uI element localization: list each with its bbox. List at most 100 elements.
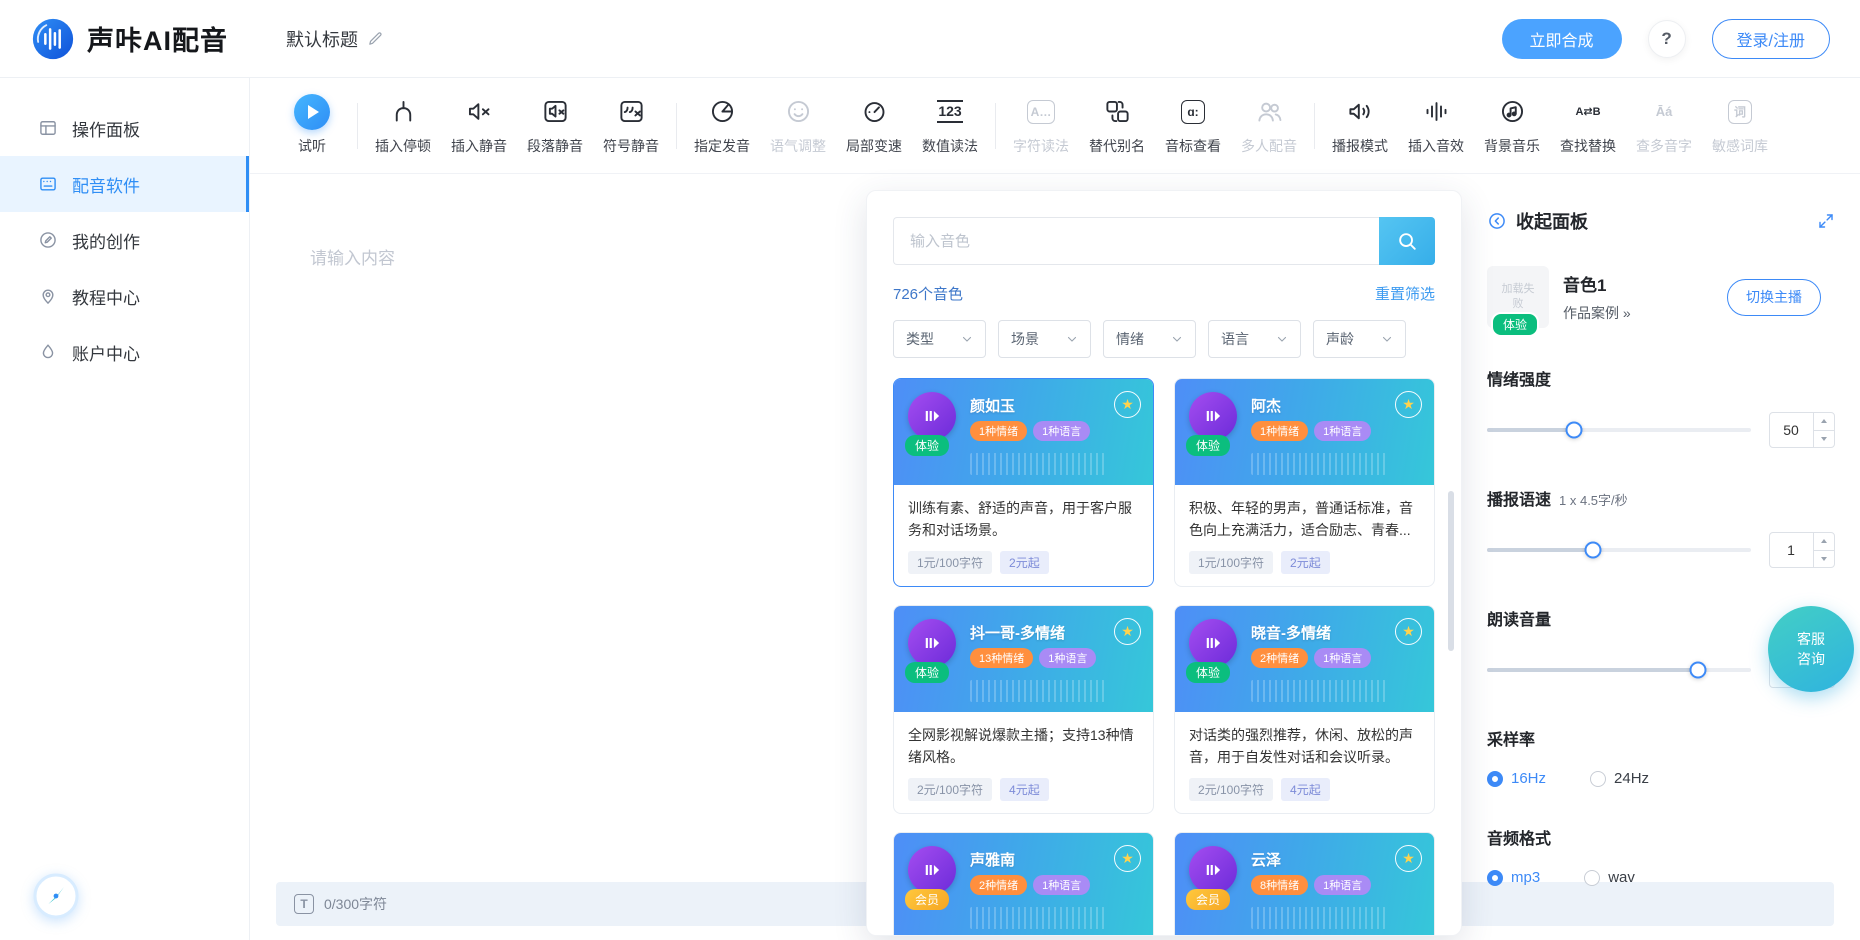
editor-toolbar: 试听 插入停顿 插入静音	[250, 78, 1860, 174]
work-samples-link[interactable]: 作品案例 »	[1563, 303, 1631, 323]
compass-helper-icon[interactable]	[32, 872, 80, 920]
sidebar-item[interactable]: 我的创作	[0, 212, 249, 268]
voice-card[interactable]: 体验 阿杰 1种情绪 1种语言 ★ 积极、年轻的男声，普通话标准，音色向上充满活…	[1174, 378, 1435, 587]
sample-rate-radio[interactable]: 16Hz	[1487, 770, 1546, 787]
audio-format-radio[interactable]: mp3	[1487, 869, 1540, 886]
filter-dropdown[interactable]: 语言	[1208, 320, 1301, 358]
slider-handle[interactable]	[1566, 422, 1583, 439]
search-button[interactable]	[1379, 217, 1435, 265]
stepper-up-icon[interactable]	[1814, 413, 1834, 430]
stepper-up-icon[interactable]	[1814, 533, 1834, 550]
symbol-mute-icon	[618, 96, 645, 128]
toolbar-item[interactable]: 试听	[274, 96, 350, 156]
voice-avatar[interactable]	[1189, 846, 1237, 894]
filter-label: 类型	[906, 329, 934, 349]
price-per-chars: 2元/100字符	[908, 778, 992, 801]
expand-arrows-icon[interactable]	[1817, 212, 1835, 230]
toolbar-item[interactable]: Āá 查多音字	[1626, 96, 1702, 156]
toolbar-item[interactable]: 插入静音	[441, 96, 517, 156]
toolbar-item[interactable]: A⇄B 查找替换	[1550, 96, 1626, 156]
current-voice-avatar: 加载失败 体验	[1487, 266, 1549, 328]
sidebar-item[interactable]: 账户中心	[0, 324, 249, 380]
slider-handle[interactable]	[1584, 542, 1601, 559]
toolbar-item[interactable]: ɑ: 音标查看	[1155, 96, 1231, 156]
toolbar-item[interactable]: 插入停顿	[365, 96, 441, 156]
emotion-count-tag: 8种情绪	[1251, 875, 1308, 895]
toolbar-item-label: 局部变速	[846, 136, 902, 156]
slider-fill	[1487, 548, 1593, 552]
help-icon[interactable]: ?	[1648, 20, 1686, 58]
speech-rate-value[interactable]	[1770, 542, 1812, 558]
toolbar-item[interactable]: 123 数值读法	[912, 96, 988, 156]
reset-filters-link[interactable]: 重置筛选	[1375, 283, 1435, 304]
panel-scrollbar-thumb[interactable]	[1448, 491, 1454, 651]
document-title-text: 默认标题	[286, 26, 358, 52]
voice-card[interactable]: 会员 声雅南 2种情绪 1种语言 ★	[893, 832, 1154, 936]
toolbar-item[interactable]: 段落静音	[517, 96, 593, 156]
toolbar-item[interactable]: 替代别名	[1079, 96, 1155, 156]
favorite-star-icon[interactable]: ★	[1114, 618, 1141, 645]
favorite-star-icon[interactable]: ★	[1395, 391, 1422, 418]
emotion-intensity-slider[interactable]	[1487, 428, 1751, 432]
toolbar-item[interactable]: 背景音乐	[1474, 96, 1550, 156]
login-register-button[interactable]: 登录/注册	[1712, 19, 1830, 59]
document-title[interactable]: 默认标题	[286, 26, 384, 52]
favorite-star-icon[interactable]: ★	[1114, 845, 1141, 872]
stepper-down-icon[interactable]	[1814, 550, 1834, 568]
toolbar-item[interactable]: 符号静音	[593, 96, 669, 156]
toolbar-item[interactable]: 多人配音	[1231, 96, 1307, 156]
toolbar-item[interactable]: 指定发音	[684, 96, 760, 156]
voice-description: 积极、年轻的男声，普通话标准，音色向上充满活力，适合励志、青春...	[1189, 497, 1420, 542]
filter-dropdown[interactable]: 类型	[893, 320, 986, 358]
toolbar-item[interactable]: 词 敏感词库	[1702, 96, 1778, 156]
current-voice-name: 音色1	[1563, 271, 1631, 296]
voice-name: 声雅南	[970, 849, 1015, 870]
toolbar-item[interactable]: 插入音效	[1398, 96, 1474, 156]
toolbar-item-label: 多人配音	[1241, 136, 1297, 156]
slider-handle[interactable]	[1690, 662, 1707, 679]
filter-dropdown[interactable]: 声龄	[1313, 320, 1406, 358]
toolbar-item[interactable]: A… 字符读法	[1003, 96, 1079, 156]
collapse-panel-label[interactable]: 收起面板	[1516, 208, 1588, 234]
stepper-down-icon[interactable]	[1814, 430, 1834, 448]
voice-avatar[interactable]	[908, 619, 956, 667]
sidebar-item[interactable]: 配音软件	[0, 156, 249, 212]
toolbar-item-label: 符号静音	[603, 136, 659, 156]
voice-card[interactable]: 体验 颜如玉 1种情绪 1种语言 ★ 训练有素、舒适的声音，用于客户服务和对话场…	[893, 378, 1154, 587]
collapse-panel-icon[interactable]	[1487, 211, 1507, 231]
volume-slider[interactable]	[1487, 668, 1751, 672]
sidebar: 操作面板 配音软件 我的创作 教程中心 账户中心	[0, 78, 250, 940]
voice-avatar[interactable]	[1189, 619, 1237, 667]
voice-avatar[interactable]	[1189, 392, 1237, 440]
favorite-star-icon[interactable]: ★	[1114, 391, 1141, 418]
toolbar-item-label: 查多音字	[1636, 136, 1692, 156]
voice-card-header: 会员 声雅南 2种情绪 1种语言 ★	[894, 833, 1153, 936]
filter-dropdown[interactable]: 情绪	[1103, 320, 1196, 358]
waveform-decoration	[1251, 907, 1386, 929]
switch-anchor-button[interactable]: 切换主播	[1727, 279, 1821, 316]
filter-dropdown[interactable]: 场景	[998, 320, 1091, 358]
voice-avatar[interactable]	[908, 846, 956, 894]
voice-avatar[interactable]	[908, 392, 956, 440]
toolbar-item[interactable]: 播报模式	[1322, 96, 1398, 156]
edit-pencil-icon[interactable]	[367, 30, 384, 47]
emotion-intensity-value[interactable]	[1770, 422, 1812, 438]
sidebar-item[interactable]: 教程中心	[0, 268, 249, 324]
toolbar-item[interactable]: 语气调整	[760, 96, 836, 156]
favorite-star-icon[interactable]: ★	[1395, 618, 1422, 645]
speech-rate-slider[interactable]	[1487, 548, 1751, 552]
toolbar-item[interactable]: 局部变速	[836, 96, 912, 156]
voice-card[interactable]: 体验 抖一哥-多情绪 13种情绪 1种语言 ★ 全网影视解说爆款主播；支持13种…	[893, 605, 1154, 814]
synthesize-button[interactable]: 立即合成	[1502, 19, 1622, 59]
voice-name: 颜如玉	[970, 395, 1015, 416]
favorite-star-icon[interactable]: ★	[1395, 845, 1422, 872]
sidebar-item[interactable]: 操作面板	[0, 100, 249, 156]
sample-rate-radio[interactable]: 24Hz	[1590, 770, 1649, 787]
voice-card-grid: 体验 颜如玉 1种情绪 1种语言 ★ 训练有素、舒适的声音，用于客户服务和对话场…	[893, 378, 1435, 936]
bgm-icon	[1499, 96, 1526, 128]
voice-search-input[interactable]	[893, 217, 1379, 265]
voice-card[interactable]: 体验 晓音-多情绪 2种情绪 1种语言 ★ 对话类的强烈推荐，休闲、放松的声音，…	[1174, 605, 1435, 814]
audio-format-radio[interactable]: wav	[1584, 869, 1635, 886]
voice-card[interactable]: 会员 云泽 8种情绪 1种语言 ★	[1174, 832, 1435, 936]
customer-service-button[interactable]: 客服咨询	[1768, 606, 1854, 692]
